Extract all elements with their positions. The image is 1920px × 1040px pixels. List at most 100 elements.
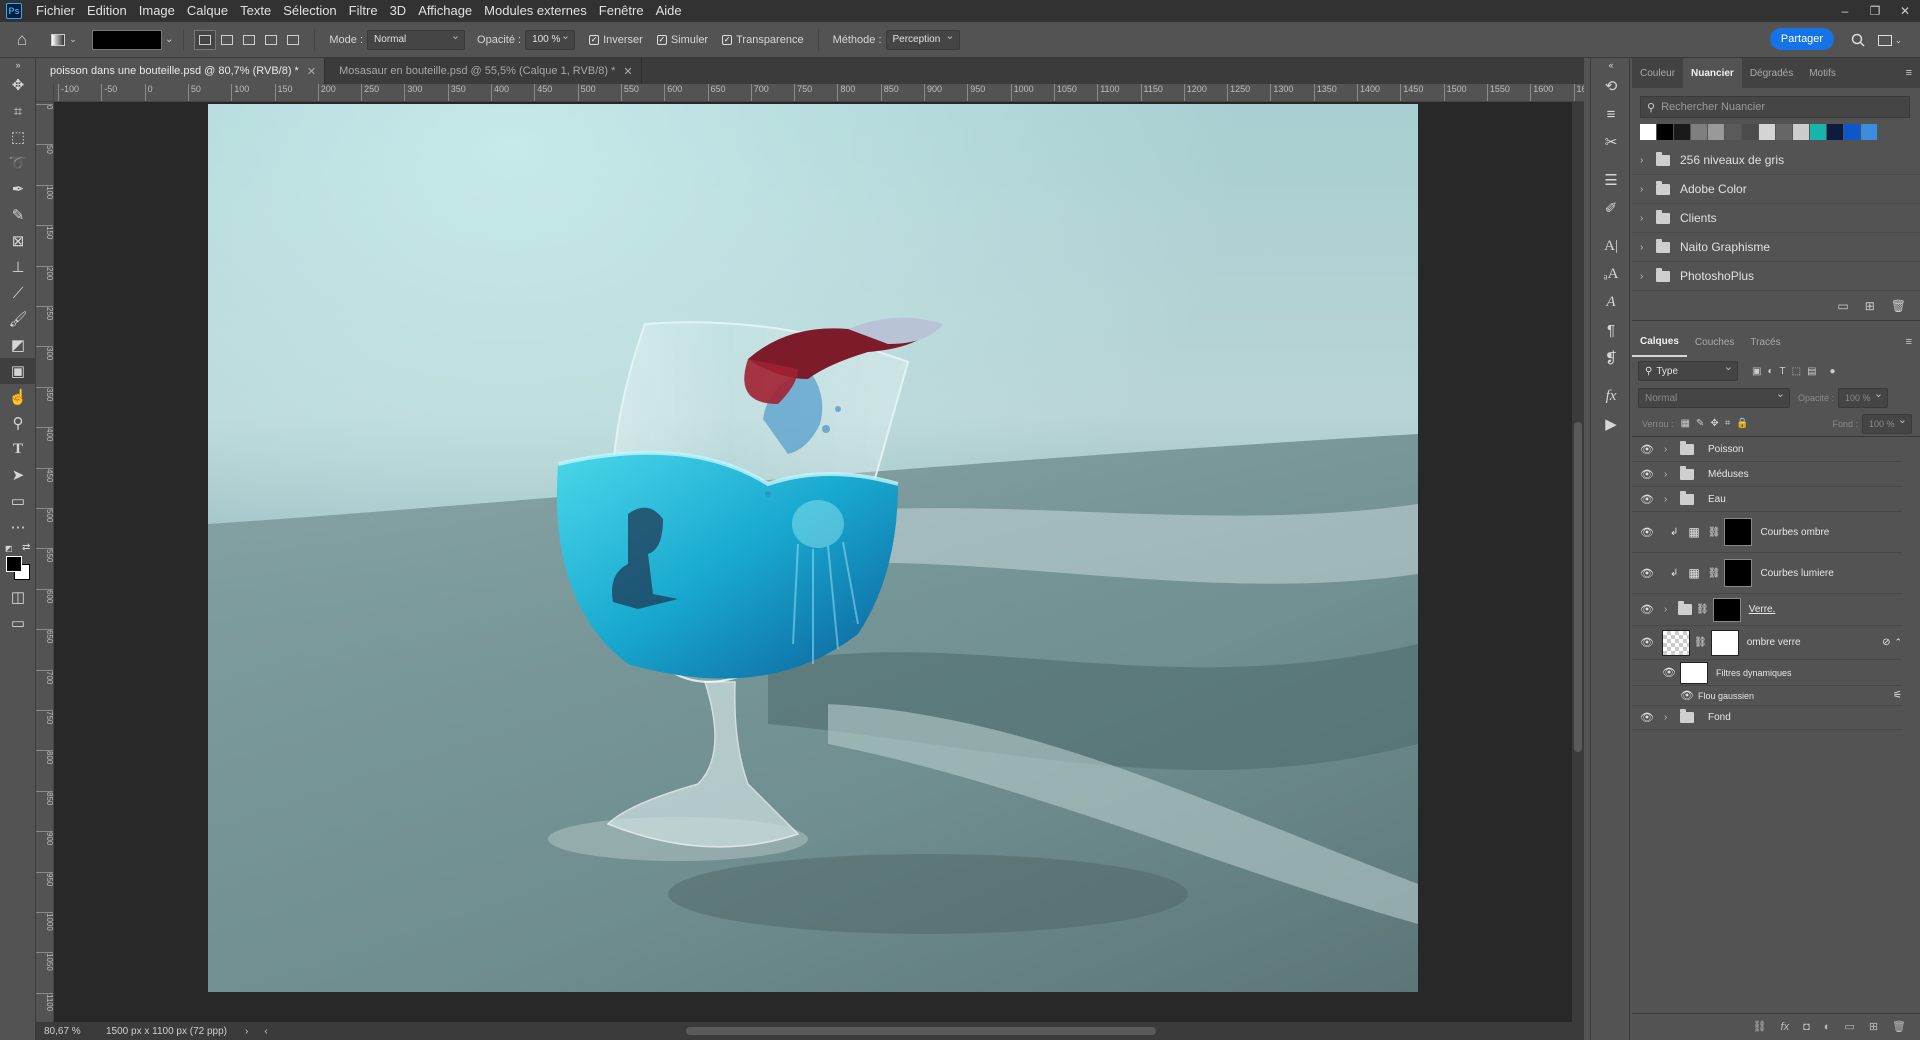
layer-opacity-input[interactable]: 100 % <box>1838 387 1889 408</box>
horizontal-scrollbar-thumb[interactable] <box>686 1027 1156 1035</box>
restore-icon[interactable]: ❐ <box>1860 0 1890 22</box>
color-swatch[interactable] <box>1640 124 1656 140</box>
tab-degrades[interactable]: Dégradés <box>1742 58 1801 88</box>
ruler-origin[interactable] <box>36 84 54 102</box>
swatch-group[interactable]: › Clients <box>1632 204 1920 233</box>
color-swatch[interactable] <box>1861 124 1877 140</box>
diamond-gradient-icon[interactable] <box>282 30 304 50</box>
horizontal-ruler[interactable]: -100 -50 0 50 100 150 200 250 300 350 400 450 500 550… <box>54 84 1584 102</box>
filter-pixel-icon[interactable]: ▣ <box>1752 366 1761 377</box>
layer-row[interactable]: 👁 › Fond <box>1632 706 1902 730</box>
color-swatch[interactable] <box>1810 124 1826 140</box>
layer-row[interactable]: 👁 Filtres dynamiques <box>1632 660 1902 686</box>
group-mask-thumbnail[interactable] <box>1712 597 1741 622</box>
link-layers-icon[interactable]: ⛓ <box>1753 1020 1767 1033</box>
collapse-panels-icon[interactable]: « <box>1591 58 1631 72</box>
lock-transparent-icon[interactable]: ▦ <box>1681 418 1690 429</box>
gradient-tool-icon[interactable]: ▣ <box>0 358 36 384</box>
linear-gradient-icon[interactable] <box>194 29 217 50</box>
menu-texte[interactable]: Texte <box>234 0 277 22</box>
link-icon[interactable]: ⛓ <box>1694 637 1707 648</box>
path-selection-tool-icon[interactable]: ➤ <box>0 462 36 488</box>
color-swatch[interactable] <box>1725 124 1741 140</box>
method-select[interactable]: Perception <box>885 29 960 50</box>
lock-artboard-icon[interactable]: ⌗ <box>1725 418 1731 429</box>
expand-chevron-icon[interactable]: › <box>1640 213 1648 224</box>
color-swatch[interactable] <box>1827 124 1843 140</box>
layer-row[interactable]: 👁 › ⛓ Verre. <box>1632 594 1902 626</box>
simulate-checkbox[interactable]: ✓ <box>656 34 667 45</box>
adjustments-icon[interactable]: ≡ <box>1591 100 1631 128</box>
lock-image-icon[interactable]: ✎ <box>1696 418 1704 429</box>
menu-selection[interactable]: Sélection <box>277 0 342 22</box>
menu-aide[interactable]: Aide <box>650 0 688 22</box>
visibility-eye-icon[interactable]: 👁 <box>1640 567 1654 580</box>
color-swatch[interactable] <box>1691 124 1707 140</box>
menu-edition[interactable]: Edition <box>81 0 133 22</box>
layer-row[interactable]: 👁 ⛓ ombre verre ⊘ ⌃ <box>1632 626 1902 660</box>
menu-fenetre[interactable]: Fenêtre <box>593 0 650 22</box>
layer-row[interactable]: 👁 Flou gaussien ⚟ <box>1632 686 1902 706</box>
mode-select[interactable]: Normal <box>367 29 466 50</box>
swap-colors-icon[interactable]: ⇄ <box>22 542 30 553</box>
menu-image[interactable]: Image <box>133 0 181 22</box>
filter-shape-icon[interactable]: ⬚ <box>1792 366 1801 377</box>
delete-swatch-icon[interactable]: 🗑 <box>1891 299 1906 313</box>
tool-presets-icon[interactable]: ✂ <box>1591 128 1631 156</box>
color-swatches[interactable]: ◩ ⇄ <box>0 540 36 584</box>
swatch-search-input[interactable]: ⚲ Rechercher Nuancier <box>1640 96 1910 118</box>
new-swatch-icon[interactable]: ⊞ <box>1865 299 1875 313</box>
visibility-eye-icon[interactable]: 👁 <box>1640 443 1654 456</box>
tab-calques[interactable]: Calques <box>1632 327 1687 357</box>
brushes-icon[interactable]: ✐ <box>1591 194 1631 222</box>
menu-calque[interactable]: Calque <box>181 0 234 22</box>
visibility-eye-icon[interactable]: 👁 <box>1640 468 1654 481</box>
vertical-scrollbar-thumb[interactable] <box>1574 422 1582 752</box>
character-styles-icon[interactable]: ₐA <box>1591 260 1631 288</box>
transparency-checkbox[interactable]: ✓ <box>722 34 733 45</box>
lock-all-icon[interactable]: 🔒 <box>1736 418 1748 429</box>
zoom-level[interactable]: 80,67 % <box>44 1026 100 1037</box>
expand-chevron-icon[interactable]: › <box>1640 242 1648 253</box>
dodge-tool-icon[interactable]: ⚲ <box>0 410 36 436</box>
styles-fx-icon[interactable]: fx <box>1591 382 1631 410</box>
blend-mode-select[interactable]: Normal <box>1638 387 1790 408</box>
expand-chevron-icon[interactable]: › <box>1664 469 1672 480</box>
brush-settings-icon[interactable]: ☰ <box>1591 166 1631 194</box>
vertical-ruler[interactable]: 0 50 100 150 200 250 300 350 400 450 500 550 600 650 7… <box>36 102 54 1022</box>
filter-type-icon[interactable]: T <box>1780 366 1786 377</box>
doc-tab-mosasaur[interactable]: Mosasaur en bouteille.psd @ 55,5% (Calqu… <box>325 58 642 84</box>
layer-mask-thumbnail[interactable] <box>1724 518 1753 546</box>
expand-chevron-icon[interactable]: › <box>1640 184 1648 195</box>
swatch-group[interactable]: › Adobe Color <box>1632 175 1920 204</box>
tab-couches[interactable]: Couches <box>1687 327 1742 357</box>
visibility-eye-icon[interactable]: 👁 <box>1640 636 1654 649</box>
workspace-icon[interactable]: ⌄ <box>1876 30 1904 50</box>
layer-row[interactable]: 👁 › Eau <box>1632 487 1902 512</box>
rectangle-tool-icon[interactable]: ▭ <box>0 488 36 514</box>
layer-row[interactable]: 👁 › Méduses <box>1632 462 1902 487</box>
filter-toggle-icon[interactable]: ● <box>1830 366 1836 377</box>
new-group-icon[interactable]: ▭ <box>1844 1020 1854 1033</box>
pen-tool-icon[interactable]: ✒ <box>0 176 36 202</box>
menu-affichage[interactable]: Affichage <box>412 0 478 22</box>
color-swatch[interactable] <box>1776 124 1792 140</box>
layer-filter-select[interactable]: ⚲ Type <box>1638 360 1738 381</box>
expand-chevron-icon[interactable]: › <box>1664 712 1672 723</box>
expand-chevron-icon[interactable]: › <box>1664 494 1672 505</box>
eraser-tool-icon[interactable]: ◩ <box>0 332 36 358</box>
expand-chevron-icon[interactable]: › <box>1664 604 1672 615</box>
new-adjustment-icon[interactable]: ◐ <box>1824 1021 1831 1033</box>
color-swatch[interactable] <box>1844 124 1860 140</box>
doc-tab-poisson[interactable]: poisson dans une bouteille.psd @ 80,7% (… <box>36 58 326 84</box>
tab-couleur[interactable]: Couleur <box>1632 58 1683 88</box>
swatch-group[interactable]: › 256 niveaux de gris <box>1632 146 1920 175</box>
expand-chevron-icon[interactable]: › <box>1640 155 1648 166</box>
invert-checkbox[interactable]: ✓ <box>589 34 600 45</box>
move-tool-icon[interactable]: ✥ <box>0 72 36 98</box>
filter-adjustment-icon[interactable]: ◐ <box>1767 366 1773 377</box>
document-canvas-image[interactable] <box>208 104 1418 992</box>
menu-3d[interactable]: 3D <box>384 0 413 22</box>
layer-row[interactable]: 👁 ↲ ▦ ⛓ Courbes lumiere <box>1632 553 1902 594</box>
panel-menu-icon[interactable]: ≡ <box>1906 336 1912 348</box>
